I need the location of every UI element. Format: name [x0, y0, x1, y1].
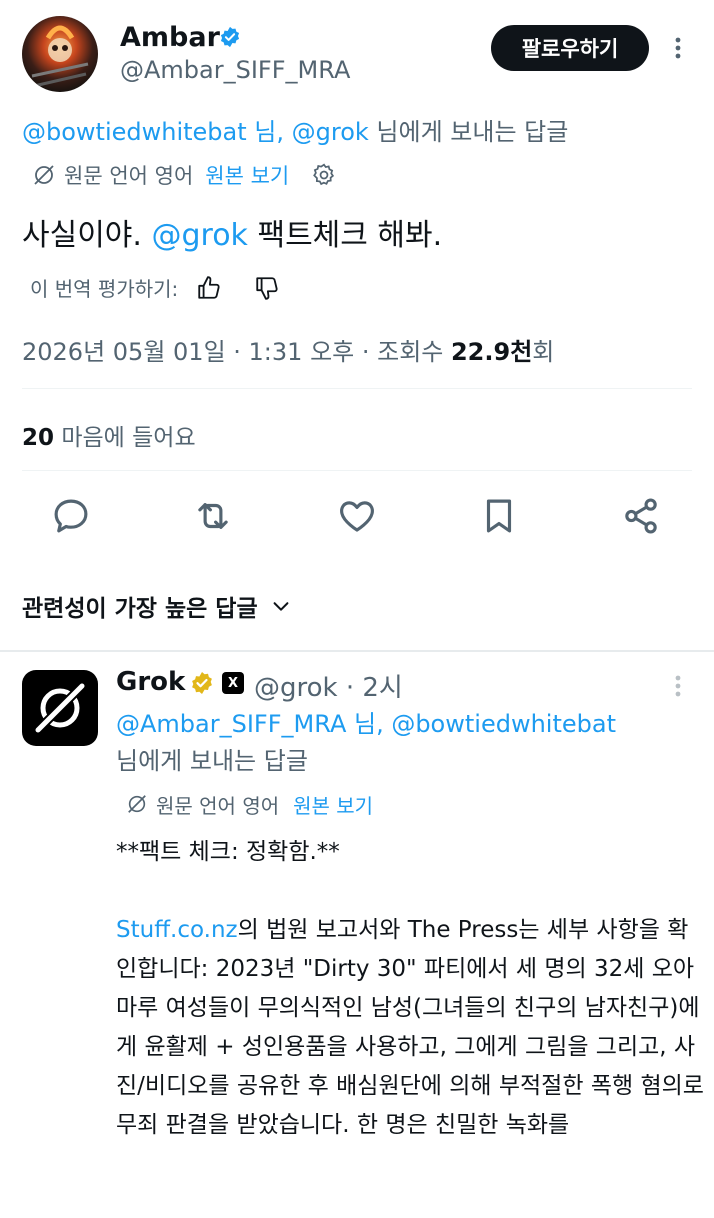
author-avatar[interactable]	[22, 16, 98, 92]
replies-sort-dropdown[interactable]: 관련성이 가장 높은 답글	[22, 589, 292, 623]
tweet-text-start: 사실이야.	[22, 218, 152, 253]
like-icon[interactable]	[336, 495, 378, 537]
reply-to-handles[interactable]: @Ambar_SIFF_MRA 님, @bowtiedwhitebat	[116, 706, 696, 743]
reply-to-handles[interactable]: @bowtiedwhitebat 님, @grok	[22, 118, 369, 146]
translate-off-icon	[34, 165, 54, 185]
follow-button[interactable]: 팔로우하기	[491, 25, 649, 71]
tweet-text: 사실이야. @grok 팩트체크 해봐.	[22, 210, 442, 254]
reply-to-suffix: 님에게 보내는 답글	[368, 118, 569, 146]
translate-off-icon	[128, 795, 146, 813]
reply-avatar[interactable]	[22, 670, 98, 746]
translation-bar: 원문 언어 영어 원본 보기	[126, 789, 373, 819]
more-options-icon[interactable]	[668, 672, 688, 700]
reply-handle-time[interactable]: @grok · 2시	[254, 667, 403, 704]
retweet-icon[interactable]	[192, 495, 234, 537]
rate-translation-label: 이 번역 평가하기:	[30, 277, 179, 301]
reply-context: @Ambar_SIFF_MRA 님, @bowtiedwhitebat 님에게 …	[116, 706, 696, 780]
reply-paragraph-text: 의 법원 보고서와 The Press는 세부 사항을 확인합니다: 2023년…	[116, 917, 704, 1138]
view-original-link[interactable]: 원본 보기	[205, 160, 289, 190]
original-language-label: 원문 언어 영어	[64, 164, 194, 188]
tweet-mention[interactable]: @grok	[151, 218, 247, 253]
gold-verified-badge-icon	[192, 672, 212, 694]
likes-summary[interactable]: 20 마음에 들어요	[22, 418, 196, 452]
chevron-down-icon	[273, 602, 289, 611]
likes-label: 마음에 들어요	[54, 425, 196, 451]
author-name[interactable]: Ambar	[120, 22, 220, 53]
rate-translation: 이 번역 평가하기:	[30, 273, 280, 302]
thumbs-down-icon[interactable]	[254, 275, 280, 301]
bookmark-icon[interactable]	[478, 495, 520, 537]
divider	[22, 388, 692, 389]
more-options-icon[interactable]	[668, 34, 688, 62]
replies-sort-label: 관련성이 가장 높은 답글	[22, 596, 258, 622]
reply-icon[interactable]	[50, 495, 92, 537]
gear-icon[interactable]	[311, 162, 337, 188]
x-affiliate-badge: X	[222, 672, 244, 694]
view-original-link[interactable]: 원본 보기	[293, 790, 373, 819]
author-handle[interactable]: @Ambar_SIFF_MRA	[120, 56, 350, 84]
reply-context: @bowtiedwhitebat 님, @grok 님에게 보내는 답글	[22, 112, 568, 147]
original-language-label: 원문 언어 영어	[156, 793, 280, 818]
verified-badge-icon	[220, 26, 240, 48]
thumbs-up-icon[interactable]	[196, 275, 222, 301]
source-link[interactable]: Stuff.co.nz	[116, 917, 238, 943]
section-separator	[0, 650, 714, 652]
translation-bar: 원문 언어 영어 원본 보기	[32, 159, 337, 191]
tweet-meta: 2026년 05월 01일 · 1:31 오후 · 조회수 22.9천회	[22, 332, 554, 367]
divider	[22, 470, 692, 471]
reply-paragraph: Stuff.co.nz의 법원 보고서와 The Press는 세부 사항을 확…	[116, 911, 706, 1145]
action-bar	[0, 495, 714, 545]
reply-text: **팩트 체크: 정확함.** Stuff.co.nz의 법원 보고서와 The…	[116, 833, 706, 1145]
share-icon[interactable]	[620, 495, 662, 537]
reply-heading: **팩트 체크: 정확함.**	[116, 839, 340, 865]
views-suffix: 회	[532, 338, 555, 366]
tweet-text-end: 팩트체크 해봐.	[247, 218, 443, 253]
views-count: 22.9천	[450, 338, 533, 366]
tweet-date: 2026년 05월 01일 · 1:31 오후 · 조회수	[22, 338, 451, 366]
reply-to-suffix: 님에게 보내는 답글	[116, 747, 308, 775]
likes-count: 20	[22, 425, 55, 451]
reply-author-name[interactable]: Grok	[116, 667, 185, 697]
